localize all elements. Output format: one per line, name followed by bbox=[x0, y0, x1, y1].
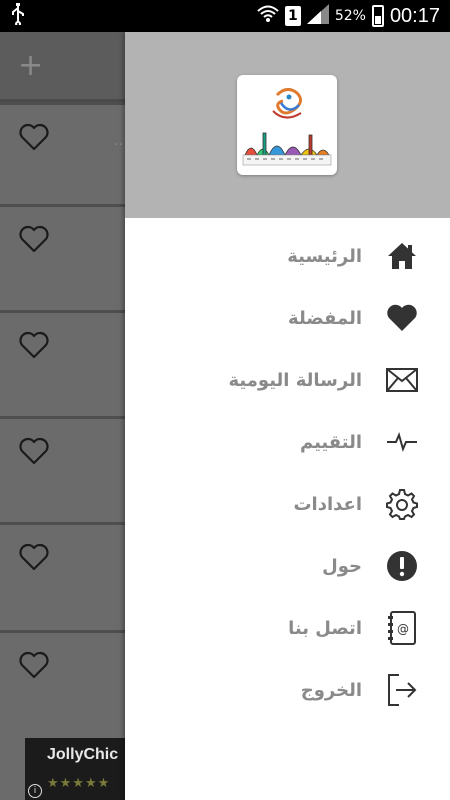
navigation-drawer: الرئيسية المفضلة الرسالة اليومية التقييم… bbox=[125, 32, 450, 800]
pulse-icon bbox=[384, 424, 420, 460]
list-item[interactable] bbox=[0, 522, 125, 622]
ad-title: JollyChic bbox=[47, 746, 119, 763]
plus-icon[interactable]: + bbox=[18, 50, 43, 81]
exit-icon bbox=[384, 672, 420, 708]
menu-item-settings[interactable]: اعدادات bbox=[125, 476, 450, 532]
ad-rating-stars: ★★★★★ bbox=[47, 776, 111, 791]
contact-book-icon: @ bbox=[384, 610, 420, 646]
heart-outline-icon[interactable] bbox=[18, 543, 50, 571]
info-alert-icon bbox=[384, 548, 420, 584]
menu-item-home[interactable]: الرئيسية bbox=[125, 228, 450, 284]
battery-percent: 52% bbox=[334, 8, 366, 24]
heart-icon bbox=[384, 300, 420, 336]
menu-item-label: الرئيسية bbox=[287, 245, 362, 267]
signal-icon bbox=[306, 4, 329, 28]
menu-item-label: المفضلة bbox=[288, 307, 362, 329]
menu-item-label: التقييم bbox=[299, 431, 362, 453]
status-bar: 1 52% 00:17 bbox=[0, 0, 450, 32]
usb-icon bbox=[10, 3, 26, 29]
underlay-toolbar: + bbox=[0, 32, 125, 102]
menu-item-label: اعدادات bbox=[293, 493, 362, 515]
wifi-icon bbox=[257, 4, 279, 28]
drawer-header bbox=[125, 32, 450, 218]
underlying-list-screen: + .. bbox=[0, 32, 125, 800]
menu-item-label: الخروج bbox=[300, 679, 362, 701]
menu-item-label: حول bbox=[322, 555, 362, 577]
menu-item-about[interactable]: حول bbox=[125, 538, 450, 594]
menu-item-label: اتصل بنا bbox=[288, 617, 362, 639]
list-item-text: .. bbox=[114, 133, 123, 149]
clock: 00:17 bbox=[389, 4, 440, 27]
home-icon bbox=[384, 238, 420, 274]
list-item[interactable]: .. bbox=[0, 102, 125, 202]
svg-text:@: @ bbox=[397, 622, 409, 636]
ad-banner[interactable]: JollyChic ★★★★★ i bbox=[25, 738, 125, 800]
sim-badge: 1 bbox=[284, 6, 301, 26]
menu-item-label: الرسالة اليومية bbox=[228, 369, 363, 391]
menu-item-contact-us[interactable]: اتصل بنا @ bbox=[125, 600, 450, 656]
menu-item-favorites[interactable]: المفضلة bbox=[125, 290, 450, 346]
battery-icon bbox=[371, 5, 384, 27]
list-item[interactable] bbox=[0, 310, 125, 410]
heart-outline-icon[interactable] bbox=[18, 123, 50, 151]
ad-info-icon[interactable]: i bbox=[28, 784, 42, 798]
menu-item-rating[interactable]: التقييم bbox=[125, 414, 450, 470]
list-item[interactable] bbox=[0, 204, 125, 304]
heart-outline-icon[interactable] bbox=[18, 437, 50, 465]
heart-outline-icon[interactable] bbox=[18, 331, 50, 359]
list-item[interactable] bbox=[0, 416, 125, 516]
gear-icon bbox=[384, 486, 420, 522]
list-item[interactable] bbox=[0, 630, 125, 730]
heart-outline-icon[interactable] bbox=[18, 651, 50, 679]
envelope-icon bbox=[384, 362, 420, 398]
menu-item-logout[interactable]: الخروج bbox=[125, 662, 450, 718]
ramadan-logo-icon bbox=[237, 75, 337, 175]
menu-item-daily-message[interactable]: الرسالة اليومية bbox=[125, 352, 450, 408]
heart-outline-icon[interactable] bbox=[18, 225, 50, 253]
